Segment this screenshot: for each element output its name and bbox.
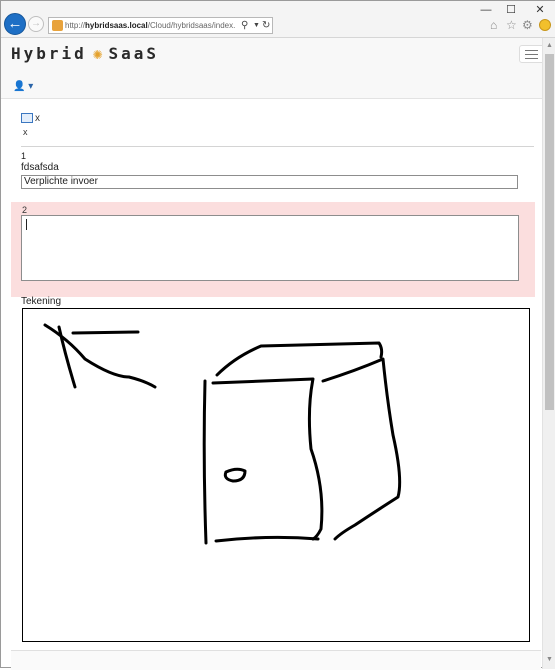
- gear-icon[interactable]: ⚙: [522, 18, 533, 32]
- vertical-scrollbar[interactable]: ▲ ▼: [542, 38, 555, 669]
- user-icon: 👤: [13, 81, 26, 92]
- star-icon[interactable]: ☆: [506, 18, 517, 32]
- scroll-up-icon[interactable]: ▲: [543, 40, 555, 52]
- divider: [21, 146, 534, 147]
- chevron-down-icon: ▾: [28, 81, 34, 92]
- main-content: x x 1 fdsafsda Verplichte invoer 2 Teken…: [11, 101, 541, 670]
- scroll-down-icon[interactable]: ▼: [543, 654, 555, 666]
- scroll-thumb[interactable]: [545, 54, 554, 410]
- stroke: [57, 325, 77, 389]
- field-2-textarea[interactable]: [21, 215, 519, 281]
- field-2-number: 2: [22, 205, 28, 215]
- stroke: [223, 467, 247, 483]
- stroke: [321, 357, 402, 541]
- logo-mark-icon: ✺: [92, 44, 103, 63]
- maximize-button[interactable]: ☐: [498, 3, 524, 17]
- app-logo: Hybrid ✺ SaaS: [11, 44, 159, 63]
- bottom-bar: [11, 650, 541, 670]
- smiley-icon[interactable]: [539, 19, 551, 31]
- close-button[interactable]: ✕: [527, 3, 553, 17]
- app-header: Hybrid ✺ SaaS 👤 ▾: [1, 38, 555, 99]
- stroke: [211, 377, 324, 541]
- dropdown-icon[interactable]: ▼: [253, 19, 260, 32]
- back-icon[interactable]: ←: [4, 13, 26, 35]
- field-1-label: fdsafsda: [21, 162, 59, 173]
- site-favicon-icon: [52, 20, 63, 31]
- field-1-number: 1: [21, 151, 27, 161]
- browser-window: — ☐ ✕ ← → http://hybridsaas.local/Cloud/…: [0, 0, 555, 670]
- drawing-label: Tekening: [21, 296, 62, 307]
- field-1-input[interactable]: Verplichte invoer: [21, 175, 518, 189]
- breadcrumb-sub: x: [23, 127, 28, 137]
- forward-icon[interactable]: →: [28, 16, 44, 32]
- text-caret: [26, 219, 27, 230]
- browser-toolbar: — ☐ ✕ ← → http://hybridsaas.local/Cloud/…: [1, 1, 555, 38]
- search-icon[interactable]: ⚲: [241, 19, 248, 32]
- stroke: [202, 379, 208, 545]
- home-icon[interactable]: ⌂: [490, 18, 497, 32]
- breadcrumb[interactable]: x: [21, 113, 40, 124]
- refresh-icon[interactable]: ↻: [262, 19, 270, 32]
- field-2-required-group: 2: [11, 202, 535, 297]
- drawing-canvas[interactable]: [22, 308, 530, 642]
- url-text: http://hybridsaas.local/Cloud/hybridsaas…: [65, 21, 235, 30]
- stroke: [71, 330, 140, 335]
- drawing-strokes: [43, 323, 402, 545]
- user-menu[interactable]: 👤 ▾: [13, 81, 33, 92]
- stroke: [214, 535, 320, 543]
- book-icon: [21, 113, 33, 124]
- minimize-button[interactable]: —: [473, 3, 499, 17]
- address-bar[interactable]: http://hybridsaas.local/Cloud/hybridsaas…: [48, 17, 273, 34]
- breadcrumb-title: x: [35, 113, 40, 124]
